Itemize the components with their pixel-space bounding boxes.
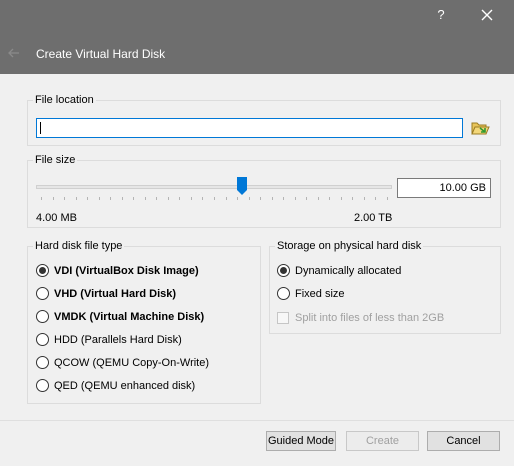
radio-button[interactable] (277, 287, 290, 300)
create-button[interactable]: Create (346, 431, 419, 451)
slider-tick (214, 197, 215, 200)
close-icon (481, 9, 493, 21)
dialog-title: Create Virtual Hard Disk (36, 47, 166, 61)
slider-tick (306, 197, 307, 200)
disk-type-option-label: VHD (Virtual Hard Disk) (54, 288, 177, 300)
file-size-input[interactable]: 10.00 GB (397, 178, 491, 198)
disk-type-option-label: QED (QEMU enhanced disk) (54, 380, 196, 392)
slider-thumb-icon (237, 177, 247, 195)
slider-tick (110, 197, 111, 200)
slider-tick (76, 197, 77, 200)
radio-button[interactable] (36, 333, 49, 346)
disk-type-option-vmdk[interactable]: VMDK (Virtual Machine Disk) (36, 309, 246, 325)
storage-option-dynamic[interactable]: Dynamically allocated (277, 263, 477, 279)
storage-option-fixed[interactable]: Fixed size (277, 286, 477, 302)
slider-tick (283, 197, 284, 200)
disk-type-option-label: VDI (VirtualBox Disk Image) (54, 265, 199, 277)
disk-type-option-qcow[interactable]: QCOW (QEMU Copy-On-Write) (36, 355, 246, 371)
choose-file-location-button[interactable] (470, 119, 490, 137)
help-button[interactable]: ? (434, 6, 448, 24)
slider-tick (249, 197, 250, 200)
slider-tick (329, 197, 330, 200)
slider-tick (53, 197, 54, 200)
title-bar: ? Create Virtual Hard Disk (0, 0, 514, 74)
slider-tick (156, 197, 157, 200)
disk-type-label: Hard disk file type (33, 240, 125, 253)
slider-tick (99, 197, 100, 200)
back-button[interactable] (6, 45, 22, 61)
disk-type-option-label: HDD (Parallels Hard Disk) (54, 334, 182, 346)
file-size-min-label: 4.00 MB (36, 212, 77, 224)
slider-tick (318, 197, 319, 200)
close-button[interactable] (477, 5, 497, 25)
radio-button[interactable] (36, 264, 49, 277)
text-caret (40, 122, 41, 134)
slider-tick (133, 197, 134, 200)
slider-tick (41, 197, 42, 200)
disk-type-option-vhd[interactable]: VHD (Virtual Hard Disk) (36, 286, 246, 302)
split-files-checkbox[interactable]: Split into files of less than 2GB (277, 310, 487, 326)
folder-icon (471, 122, 490, 135)
slider-tick (364, 197, 365, 200)
radio-button[interactable] (36, 379, 49, 392)
disk-type-option-hdd[interactable]: HDD (Parallels Hard Disk) (36, 332, 246, 348)
slider-tick (272, 197, 273, 200)
radio-button[interactable] (36, 310, 49, 323)
slider-tick (168, 197, 169, 200)
back-arrow-icon (8, 48, 19, 58)
slider-tick (341, 197, 342, 200)
file-location-input[interactable] (36, 118, 463, 138)
slider-tick (352, 197, 353, 200)
slider-tick (87, 197, 88, 200)
split-files-label: Split into files of less than 2GB (295, 312, 445, 324)
radio-button[interactable] (277, 264, 290, 277)
footer-divider (0, 420, 514, 421)
slider-tick (226, 197, 227, 200)
slider-tick (202, 197, 203, 200)
file-location-label: File location (33, 94, 96, 107)
slider-tick (179, 197, 180, 200)
guided-mode-button[interactable]: Guided Mode (266, 431, 336, 451)
file-size-label: File size (33, 154, 78, 167)
checkbox[interactable] (277, 312, 289, 324)
disk-type-option-label: VMDK (Virtual Machine Disk) (54, 311, 205, 323)
slider-tick (237, 197, 238, 200)
slider-track (36, 185, 392, 189)
storage-option-label: Fixed size (295, 288, 345, 300)
radio-button[interactable] (36, 356, 49, 369)
slider-tick (295, 197, 296, 200)
disk-type-option-vdi[interactable]: VDI (VirtualBox Disk Image) (36, 263, 246, 279)
disk-type-option-label: QCOW (QEMU Copy-On-Write) (54, 357, 210, 369)
slider-tick (145, 197, 146, 200)
slider-tick (260, 197, 261, 200)
cancel-button[interactable]: Cancel (427, 431, 500, 451)
slider-handle[interactable] (237, 177, 247, 196)
slider-tick (375, 197, 376, 200)
file-size-slider[interactable] (36, 176, 392, 202)
slider-tick (387, 197, 388, 200)
slider-tick (191, 197, 192, 200)
slider-tick (122, 197, 123, 200)
storage-label: Storage on physical hard disk (275, 240, 424, 253)
slider-tick (64, 197, 65, 200)
disk-type-option-qed[interactable]: QED (QEMU enhanced disk) (36, 378, 246, 394)
storage-option-label: Dynamically allocated (295, 265, 402, 277)
file-size-max-label: 2.00 TB (354, 212, 393, 224)
radio-button[interactable] (36, 287, 49, 300)
